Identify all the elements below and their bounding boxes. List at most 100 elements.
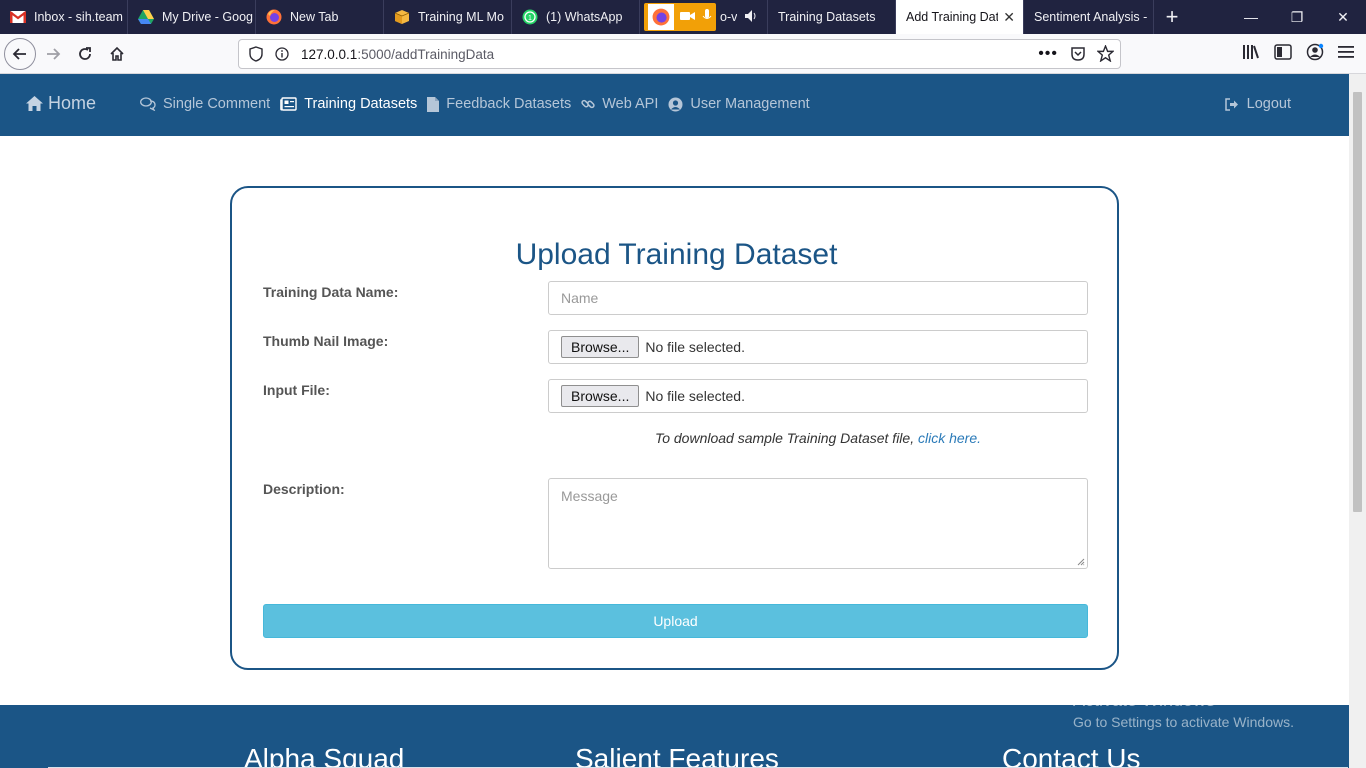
tab-title: Sentiment Analysis - [1034, 10, 1148, 24]
user-circle-icon [668, 97, 683, 111]
gmail-icon [10, 9, 26, 25]
info-icon[interactable] [275, 47, 289, 61]
nav-single-comment[interactable]: Single Comment [140, 96, 270, 112]
tab-whatsapp[interactable]: 1 (1) WhatsApp [512, 0, 640, 34]
media-sharing-indicator [644, 3, 716, 31]
svg-text:1: 1 [528, 15, 532, 22]
reload-icon [79, 47, 91, 60]
sign-out-icon [1224, 97, 1238, 111]
nav-label: Web API [602, 96, 659, 112]
hint-text: To download sample Training Dataset file… [654, 430, 918, 446]
home-button[interactable] [101, 38, 133, 70]
thumbnail-image-label: Thumb Nail Image: [263, 333, 389, 349]
nav-feedback-datasets[interactable]: Feedback Datasets [427, 96, 571, 112]
comments-icon [140, 97, 156, 111]
tab-add-training-data[interactable]: Add Training Dat ✕ [896, 0, 1024, 34]
url-text: 127.0.0.1:5000/addTrainingData [301, 47, 494, 62]
close-tab-icon[interactable]: ✕ [1003, 9, 1015, 26]
resize-grip-icon[interactable] [1077, 558, 1085, 566]
file-icon [427, 96, 440, 112]
close-window-icon[interactable]: ✕ [1320, 0, 1366, 34]
name-placeholder: Name [561, 290, 599, 306]
sample-download-link[interactable]: click here. [918, 430, 981, 446]
minimize-icon[interactable]: — [1228, 0, 1274, 34]
menu-icon[interactable] [1338, 45, 1354, 64]
tab-title: My Drive - Goog [162, 10, 253, 24]
upload-form-card: Upload Training Dataset Training Data Na… [230, 186, 1119, 670]
forward-button[interactable] [37, 38, 69, 70]
tab-title: (1) WhatsApp [546, 10, 623, 24]
account-icon[interactable] [1306, 43, 1324, 66]
url-path: :5000/addTrainingData [357, 46, 495, 62]
page-actions-icon[interactable]: ••• [1038, 45, 1058, 63]
new-tab-button[interactable]: + [1154, 0, 1190, 34]
window-controls: — ❐ ✕ [1228, 0, 1366, 34]
tab-training-datasets[interactable]: Training Datasets [768, 0, 896, 34]
nav-label: Training Datasets [304, 96, 418, 112]
tab-title: Training ML Mo [418, 10, 504, 24]
reload-button[interactable] [69, 38, 101, 70]
nav-label: Single Comment [163, 96, 271, 112]
nav-user-management[interactable]: User Management [668, 96, 810, 112]
firefox-icon [648, 4, 674, 30]
tab-sentiment-analysis[interactable]: Sentiment Analysis - [1024, 0, 1154, 34]
bookmark-star-icon[interactable] [1096, 44, 1115, 65]
pocket-icon[interactable] [1070, 46, 1086, 65]
back-arrow-icon [12, 48, 26, 60]
description-label: Description: [263, 481, 345, 497]
upload-button[interactable]: Upload [263, 604, 1088, 638]
tab-gmail[interactable]: Inbox - sih.team [0, 0, 128, 34]
back-button[interactable] [4, 38, 36, 70]
library-icon[interactable] [1242, 44, 1260, 65]
microphone-icon [702, 8, 712, 26]
tab-title: o-v [720, 10, 738, 24]
footer-heading-team: Alpha Squad [244, 743, 405, 768]
forward-arrow-icon [47, 48, 61, 60]
camera-icon [680, 10, 696, 25]
package-icon [394, 9, 410, 25]
tab-training-ml[interactable]: Training ML Mo [384, 0, 512, 34]
description-textarea[interactable]: Message [548, 478, 1088, 569]
thumbnail-browse-button[interactable]: Browse... [561, 336, 640, 358]
logout-link[interactable]: Logout [1224, 96, 1291, 112]
page-viewport: Home Single Comment Training Datasets Fe… [0, 74, 1349, 768]
training-data-name-input[interactable]: Name [548, 281, 1088, 315]
footer-heading-contact: Contact Us [1002, 743, 1141, 768]
browser-tab-strip: Inbox - sih.team My Drive - Goog New Tab… [0, 0, 1366, 34]
footer-heading-features: Salient Features [575, 743, 779, 768]
tab-title: Add Training Dat [906, 10, 998, 24]
plus-icon: + [1165, 4, 1179, 29]
activation-watermark-subtitle: Go to Settings to activate Windows. [1073, 714, 1294, 730]
home-link[interactable]: Home [26, 93, 96, 114]
drive-icon [138, 9, 154, 25]
tab-title: Inbox - sih.team [34, 10, 123, 24]
shield-icon[interactable] [249, 46, 263, 62]
sidebar-icon[interactable] [1274, 43, 1292, 65]
input-file-input[interactable]: Browse... No file selected. [548, 379, 1088, 413]
input-file-browse-button[interactable]: Browse... [561, 385, 640, 407]
thumbnail-file-status: No file selected. [645, 339, 745, 355]
form-title: Upload Training Dataset [515, 238, 838, 271]
tab-title: Training Datasets [778, 10, 876, 24]
link-icon [581, 99, 595, 109]
url-bar[interactable]: 127.0.0.1:5000/addTrainingData ••• [238, 39, 1121, 69]
tab-media-sharing[interactable]: o-v [640, 0, 768, 34]
home-icon [110, 46, 124, 61]
nav-web-api[interactable]: Web API [581, 96, 658, 112]
scrollbar-thumb[interactable] [1353, 92, 1362, 512]
tab-drive[interactable]: My Drive - Goog [128, 0, 256, 34]
app-navbar: Home Single Comment Training Datasets Fe… [0, 74, 1349, 136]
nav-label: Feedback Datasets [446, 96, 572, 112]
nav-training-datasets[interactable]: Training Datasets [280, 96, 417, 112]
restore-icon[interactable]: ❐ [1274, 0, 1320, 34]
sample-download-hint: To download sample Training Dataset file… [548, 430, 1088, 446]
tab-new-tab[interactable]: New Tab [256, 0, 384, 34]
page-scrollbar[interactable] [1349, 74, 1366, 768]
logout-label: Logout [1246, 96, 1291, 112]
home-icon [26, 96, 43, 111]
nav-label: User Management [690, 96, 810, 112]
speaker-icon[interactable] [745, 9, 759, 25]
tab-title: New Tab [290, 10, 339, 24]
newspaper-icon [280, 97, 297, 111]
thumbnail-file-input[interactable]: Browse... No file selected. [548, 330, 1088, 364]
